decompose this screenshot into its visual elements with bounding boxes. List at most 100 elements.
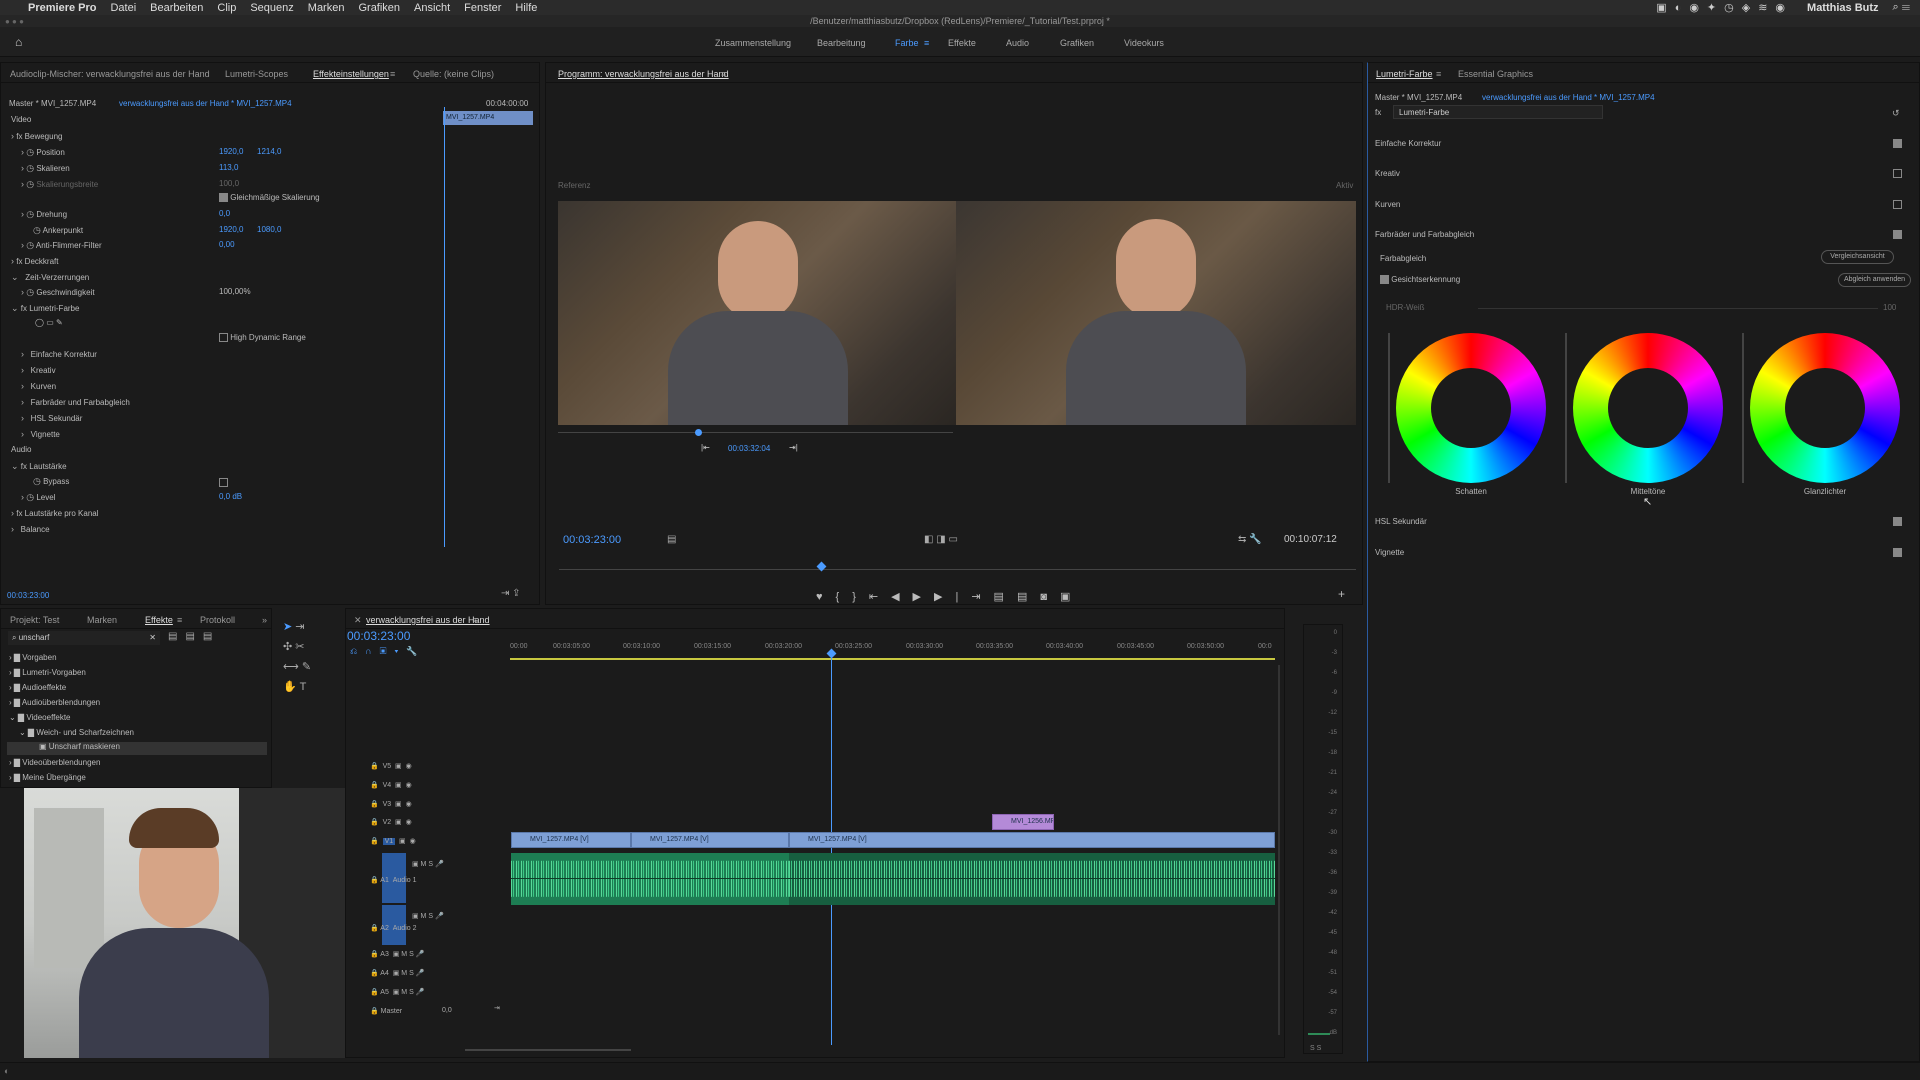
- tree-unscharf-maskieren[interactable]: ▣ Unscharf maskieren: [7, 742, 267, 755]
- mitteltoene-slider[interactable]: [1565, 333, 1567, 483]
- window-controls[interactable]: ● ● ●: [5, 17, 24, 26]
- menu-ansicht[interactable]: Ansicht: [414, 2, 450, 14]
- kreativ-checkbox[interactable]: [1893, 169, 1902, 178]
- hsl-checkbox[interactable]: [1893, 517, 1902, 526]
- master-end-icon[interactable]: ⇥: [494, 1004, 500, 1012]
- master-value[interactable]: 0,0: [442, 1007, 452, 1014]
- mitteltoene-wheel[interactable]: [1573, 333, 1723, 483]
- tree-vorgaben[interactable]: › ▇ Vorgaben: [9, 653, 57, 666]
- transport-controls[interactable]: ♥{}⇤◀▶▶|⇥▤▤◙▣: [816, 590, 1083, 603]
- hdr-checkbox[interactable]: [219, 333, 228, 343]
- einfache-row[interactable]: › Einfache Korrektur: [21, 349, 97, 362]
- track-v4[interactable]: 🔒 V4 ▣ ◉: [370, 781, 412, 789]
- mask-tools[interactable]: ◯ ▭ ✎: [35, 318, 63, 331]
- geschwindigkeit-value[interactable]: 100,00%: [219, 287, 251, 300]
- status-icons[interactable]: ▣◐◉✦◷◈≋◉: [1656, 1, 1793, 14]
- track-v5[interactable]: 🔒 V5 ▣ ◉: [370, 762, 412, 770]
- status-icon[interactable]: ◐: [4, 1066, 9, 1076]
- text-tool-icon[interactable]: T: [300, 681, 307, 693]
- more-tabs-icon[interactable]: »: [262, 615, 267, 625]
- tab-projekt[interactable]: Projekt: Test: [10, 615, 59, 625]
- ws-bearbeitung[interactable]: Bearbeitung: [817, 38, 866, 48]
- schatten-slider[interactable]: [1388, 333, 1390, 483]
- tree-audioeffekte[interactable]: › ▇ Audioeffekte: [9, 683, 66, 696]
- user-name[interactable]: Matthias Butz: [1807, 2, 1879, 14]
- gesicht-checkbox[interactable]: [1380, 275, 1389, 285]
- clip-v1-a[interactable]: MVI_1257.MP4 [V]: [511, 832, 631, 848]
- lumetri-fx-select[interactable]: Lumetri-Farbe: [1393, 105, 1603, 119]
- stopwatch-icon[interactable]: ◷: [26, 147, 34, 158]
- export-icons[interactable]: ⇥ ⇪: [501, 588, 521, 599]
- gesicht-row[interactable]: Gesichtserkennung: [1380, 275, 1460, 288]
- drehung-value[interactable]: 0,0: [219, 209, 230, 222]
- ws-videokurs[interactable]: Videokurs: [1124, 38, 1164, 48]
- hdr-weiss-value[interactable]: 100: [1883, 303, 1896, 316]
- timeline-close-icon[interactable]: ✕: [354, 615, 362, 626]
- add-button-icon[interactable]: +: [1338, 587, 1345, 601]
- timeline-title[interactable]: verwacklungsfrei aus der Hand: [366, 615, 490, 625]
- balance-row[interactable]: › Balance: [11, 524, 50, 537]
- level-row[interactable]: › ◷ Level: [21, 492, 55, 505]
- position-x-value[interactable]: 1920,0: [219, 147, 243, 160]
- program-timecode[interactable]: 00:03:23:00: [563, 534, 621, 546]
- menu-datei[interactable]: Datei: [110, 2, 136, 14]
- einfache-checkbox[interactable]: [1893, 139, 1902, 148]
- master-label[interactable]: Master * MVI_1257.MP4: [9, 99, 96, 112]
- kurven-row[interactable]: › Kurven: [21, 381, 56, 394]
- tab-effekteinstellungen[interactable]: Effekteinstellungen: [313, 69, 389, 79]
- track-v2[interactable]: 🔒 V2 ▣ ◉: [370, 818, 412, 826]
- tree-weich-scharf[interactable]: ⌄ ▇ Weich- und Scharfzeichnen: [19, 728, 134, 741]
- anker-y-value[interactable]: 1080,0: [257, 225, 281, 238]
- clip-a1-c[interactable]: [789, 853, 1275, 905]
- track-a3[interactable]: 🔒 A3 ▣ M S 🎤: [370, 950, 424, 958]
- track-a1[interactable]: 🔒 A1 Audio 1: [370, 876, 416, 884]
- clip-v1-b[interactable]: MVI_1257.MP4 [V]: [631, 832, 789, 848]
- menu-hilfe[interactable]: Hilfe: [515, 2, 537, 14]
- glanzlichter-wheel[interactable]: [1750, 333, 1900, 483]
- menu-fenster[interactable]: Fenster: [464, 2, 501, 14]
- lautstaerke-row[interactable]: ⌄ fx Lautstärke: [11, 461, 67, 474]
- tree-videoeffekte[interactable]: ⌄ ▇ Videoeffekte: [9, 713, 71, 726]
- track-a1-controls[interactable]: ▣ M S 🎤: [412, 860, 444, 868]
- clip-label[interactable]: verwacklungsfrei aus der Hand * MVI_1257…: [119, 99, 292, 112]
- glanzlichter-slider[interactable]: [1742, 333, 1744, 483]
- select-tool-icon[interactable]: ➤: [283, 621, 292, 633]
- tree-audioueberblendungen[interactable]: › ▇ Audioüberblendungen: [9, 698, 100, 711]
- anker-x-value[interactable]: 1920,0: [219, 225, 243, 238]
- effects-timecode[interactable]: 00:03:23:00: [7, 591, 49, 604]
- compare-icons[interactable]: ◧ ◨ ▭: [924, 534, 958, 545]
- vignette-row[interactable]: › Vignette: [21, 429, 60, 442]
- ref-next-icon[interactable]: ⇥|: [789, 443, 798, 456]
- slip-tool-icon[interactable]: ⟷: [283, 661, 299, 673]
- geschwindigkeit-row[interactable]: › ◷ Geschwindigkeit: [21, 287, 95, 300]
- pen-tool-icon[interactable]: ✎: [302, 661, 311, 673]
- menu-clip[interactable]: Clip: [217, 2, 236, 14]
- fit-icons[interactable]: ⇆ 🔧: [1238, 534, 1262, 545]
- reset-icon[interactable]: ↺: [1892, 108, 1900, 119]
- tab-quelle[interactable]: Quelle: (keine Clips): [413, 69, 494, 79]
- program-title[interactable]: Programm: verwacklungsfrei aus der Hand: [558, 69, 729, 79]
- schatten-wheel[interactable]: [1396, 333, 1546, 483]
- tab-protokoll[interactable]: Protokoll: [200, 615, 235, 625]
- track-v3[interactable]: 🔒 V3 ▣ ◉: [370, 800, 412, 808]
- section-farbraeder[interactable]: Farbräder und Farbabgleich: [1375, 230, 1474, 243]
- timeline-vscroll[interactable]: [1278, 665, 1280, 1035]
- effects-search-input[interactable]: ⌕ unscharf ✕: [8, 631, 160, 645]
- tree-lumetri-vorgaben[interactable]: › ▇ Lumetri-Vorgaben: [9, 668, 86, 681]
- tab-audioclip-mischer[interactable]: Audioclip-Mischer: verwacklungsfrei aus …: [10, 69, 210, 79]
- timeline-menu-icon[interactable]: ≡: [473, 615, 478, 625]
- hdr-row[interactable]: High Dynamic Range: [219, 333, 306, 346]
- reference-scrubber[interactable]: [558, 432, 953, 433]
- track-select-icon[interactable]: ⇥: [295, 621, 304, 633]
- tab-lumetri-scopes[interactable]: Lumetri-Scopes: [225, 69, 288, 79]
- timeline-timecode[interactable]: 00:03:23:00: [347, 629, 410, 643]
- skalieren-value[interactable]: 113,0: [219, 163, 238, 176]
- menu-sequenz[interactable]: Sequenz: [250, 2, 293, 14]
- lautstaerke-kanal-row[interactable]: › fx Lautstärke pro Kanal: [11, 508, 99, 521]
- track-a4[interactable]: 🔒 A4 ▣ M S 🎤: [370, 969, 424, 977]
- menu-grafiken[interactable]: Grafiken: [358, 2, 400, 14]
- abgleich-anwenden-button[interactable]: Abgleich anwenden: [1838, 273, 1911, 287]
- section-kurven[interactable]: Kurven: [1375, 200, 1400, 213]
- ripple-tool-icon[interactable]: ✣: [283, 641, 292, 653]
- meter-solo[interactable]: S S: [1310, 1045, 1321, 1052]
